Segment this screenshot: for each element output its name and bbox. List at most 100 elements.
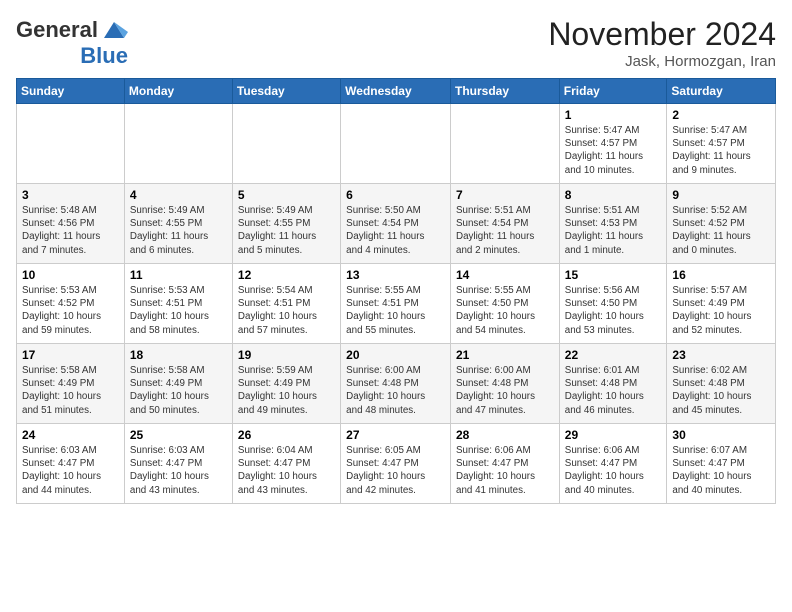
weekday-header: Saturday bbox=[667, 79, 776, 104]
day-number: 12 bbox=[238, 268, 335, 282]
day-info: Sunrise: 5:47 AM Sunset: 4:57 PM Dayligh… bbox=[565, 124, 662, 177]
day-info: Sunrise: 5:59 AM Sunset: 4:49 PM Dayligh… bbox=[238, 364, 335, 417]
day-info: Sunrise: 5:51 AM Sunset: 4:54 PM Dayligh… bbox=[456, 204, 554, 257]
calendar-week-row: 1 Sunrise: 5:47 AM Sunset: 4:57 PM Daylig… bbox=[17, 104, 776, 184]
calendar-cell: 24 Sunrise: 6:03 AM Sunset: 4:47 PM Dayli… bbox=[17, 424, 125, 504]
calendar-cell: 2 Sunrise: 5:47 AM Sunset: 4:57 PM Daylig… bbox=[667, 104, 776, 184]
calendar-cell: 16Sunrise: 5:57 AM Sunset: 4:49 PM Dayli… bbox=[667, 264, 776, 344]
day-number: 2 bbox=[672, 108, 770, 122]
calendar-cell: 8 Sunrise: 5:51 AM Sunset: 4:53 PM Daylig… bbox=[559, 184, 667, 264]
day-info: Sunrise: 5:47 AM Sunset: 4:57 PM Dayligh… bbox=[672, 124, 770, 177]
day-info: Sunrise: 6:06 AM Sunset: 4:47 PM Dayligh… bbox=[456, 444, 554, 497]
day-info: Sunrise: 5:48 AM Sunset: 4:56 PM Dayligh… bbox=[22, 204, 119, 257]
day-number: 25 bbox=[130, 428, 227, 442]
calendar-cell: 20 Sunrise: 6:00 AM Sunset: 4:48 PM Dayli… bbox=[341, 344, 451, 424]
calendar-cell: 26Sunrise: 6:04 AM Sunset: 4:47 PM Dayli… bbox=[232, 424, 340, 504]
weekday-header: Monday bbox=[124, 79, 232, 104]
day-info: Sunrise: 5:52 AM Sunset: 4:52 PM Dayligh… bbox=[672, 204, 770, 257]
day-info: Sunrise: 5:53 AM Sunset: 4:51 PM Dayligh… bbox=[130, 284, 227, 337]
calendar-week-row: 24 Sunrise: 6:03 AM Sunset: 4:47 PM Dayli… bbox=[17, 424, 776, 504]
day-info: Sunrise: 6:02 AM Sunset: 4:48 PM Dayligh… bbox=[672, 364, 770, 417]
calendar-body: 1 Sunrise: 5:47 AM Sunset: 4:57 PM Daylig… bbox=[17, 104, 776, 504]
day-info: Sunrise: 5:56 AM Sunset: 4:50 PM Dayligh… bbox=[565, 284, 662, 337]
calendar-cell: 28Sunrise: 6:06 AM Sunset: 4:47 PM Dayli… bbox=[451, 424, 560, 504]
day-number: 15 bbox=[565, 268, 662, 282]
day-number: 16 bbox=[672, 268, 770, 282]
day-number: 27 bbox=[346, 428, 445, 442]
calendar-cell: 15 Sunrise: 5:56 AM Sunset: 4:50 PM Dayli… bbox=[559, 264, 667, 344]
day-info: Sunrise: 5:49 AM Sunset: 4:55 PM Dayligh… bbox=[238, 204, 335, 257]
day-number: 4 bbox=[130, 188, 227, 202]
day-number: 7 bbox=[456, 188, 554, 202]
day-number: 24 bbox=[22, 428, 119, 442]
day-number: 13 bbox=[346, 268, 445, 282]
day-number: 18 bbox=[130, 348, 227, 362]
calendar-cell: 21 Sunrise: 6:00 AM Sunset: 4:48 PM Dayli… bbox=[451, 344, 560, 424]
day-number: 21 bbox=[456, 348, 554, 362]
day-info: Sunrise: 6:06 AM Sunset: 4:47 PM Dayligh… bbox=[565, 444, 662, 497]
calendar-week-row: 10 Sunrise: 5:53 AM Sunset: 4:52 PM Dayli… bbox=[17, 264, 776, 344]
day-info: Sunrise: 5:51 AM Sunset: 4:53 PM Dayligh… bbox=[565, 204, 662, 257]
day-number: 19 bbox=[238, 348, 335, 362]
day-info: Sunrise: 5:54 AM Sunset: 4:51 PM Dayligh… bbox=[238, 284, 335, 337]
day-info: Sunrise: 6:05 AM Sunset: 4:47 PM Dayligh… bbox=[346, 444, 445, 497]
day-number: 22 bbox=[565, 348, 662, 362]
weekday-header: Friday bbox=[559, 79, 667, 104]
weekday-header: Sunday bbox=[17, 79, 125, 104]
day-info: Sunrise: 5:49 AM Sunset: 4:55 PM Dayligh… bbox=[130, 204, 227, 257]
calendar-cell: 7 Sunrise: 5:51 AM Sunset: 4:54 PM Daylig… bbox=[451, 184, 560, 264]
day-number: 8 bbox=[565, 188, 662, 202]
calendar-cell: 14Sunrise: 5:55 AM Sunset: 4:50 PM Dayli… bbox=[451, 264, 560, 344]
calendar-week-row: 17Sunrise: 5:58 AM Sunset: 4:49 PM Dayli… bbox=[17, 344, 776, 424]
logo: General Blue bbox=[16, 16, 128, 68]
day-info: Sunrise: 6:00 AM Sunset: 4:48 PM Dayligh… bbox=[346, 364, 445, 417]
calendar-cell: 12 Sunrise: 5:54 AM Sunset: 4:51 PM Dayli… bbox=[232, 264, 340, 344]
calendar-cell: 10 Sunrise: 5:53 AM Sunset: 4:52 PM Dayli… bbox=[17, 264, 125, 344]
calendar-cell bbox=[451, 104, 560, 184]
day-number: 11 bbox=[130, 268, 227, 282]
weekday-header: Wednesday bbox=[341, 79, 451, 104]
calendar-cell: 30Sunrise: 6:07 AM Sunset: 4:47 PM Dayli… bbox=[667, 424, 776, 504]
day-number: 29 bbox=[565, 428, 662, 442]
logo-blue: Blue bbox=[80, 44, 128, 68]
day-info: Sunrise: 6:03 AM Sunset: 4:47 PM Dayligh… bbox=[22, 444, 119, 497]
day-info: Sunrise: 5:53 AM Sunset: 4:52 PM Dayligh… bbox=[22, 284, 119, 337]
location-subtitle: Jask, Hormozgan, Iran bbox=[548, 53, 776, 70]
calendar-cell: 25 Sunrise: 6:03 AM Sunset: 4:47 PM Dayli… bbox=[124, 424, 232, 504]
day-number: 5 bbox=[238, 188, 335, 202]
day-info: Sunrise: 6:04 AM Sunset: 4:47 PM Dayligh… bbox=[238, 444, 335, 497]
calendar-cell: 27 Sunrise: 6:05 AM Sunset: 4:47 PM Dayli… bbox=[341, 424, 451, 504]
day-number: 30 bbox=[672, 428, 770, 442]
calendar-header: SundayMondayTuesdayWednesdayThursdayFrid… bbox=[17, 79, 776, 104]
calendar-cell bbox=[341, 104, 451, 184]
calendar-cell: 6Sunrise: 5:50 AM Sunset: 4:54 PM Daylig… bbox=[341, 184, 451, 264]
day-number: 9 bbox=[672, 188, 770, 202]
day-number: 1 bbox=[565, 108, 662, 122]
calendar-cell bbox=[124, 104, 232, 184]
calendar-cell: 11 Sunrise: 5:53 AM Sunset: 4:51 PM Dayli… bbox=[124, 264, 232, 344]
calendar-cell: 18Sunrise: 5:58 AM Sunset: 4:49 PM Dayli… bbox=[124, 344, 232, 424]
month-title: November 2024 bbox=[548, 16, 776, 53]
day-info: Sunrise: 6:00 AM Sunset: 4:48 PM Dayligh… bbox=[456, 364, 554, 417]
day-number: 23 bbox=[672, 348, 770, 362]
day-number: 10 bbox=[22, 268, 119, 282]
weekday-header: Tuesday bbox=[232, 79, 340, 104]
day-info: Sunrise: 5:55 AM Sunset: 4:50 PM Dayligh… bbox=[456, 284, 554, 337]
day-info: Sunrise: 6:03 AM Sunset: 4:47 PM Dayligh… bbox=[130, 444, 227, 497]
logo-icon bbox=[100, 16, 128, 44]
day-info: Sunrise: 5:58 AM Sunset: 4:49 PM Dayligh… bbox=[22, 364, 119, 417]
calendar-cell: 13Sunrise: 5:55 AM Sunset: 4:51 PM Dayli… bbox=[341, 264, 451, 344]
calendar-cell: 22Sunrise: 6:01 AM Sunset: 4:48 PM Dayli… bbox=[559, 344, 667, 424]
calendar-cell: 1 Sunrise: 5:47 AM Sunset: 4:57 PM Daylig… bbox=[559, 104, 667, 184]
page-header: General Blue November 2024 Jask, Hormozg… bbox=[16, 16, 776, 70]
calendar-cell bbox=[17, 104, 125, 184]
day-number: 20 bbox=[346, 348, 445, 362]
day-info: Sunrise: 5:50 AM Sunset: 4:54 PM Dayligh… bbox=[346, 204, 445, 257]
calendar-table: SundayMondayTuesdayWednesdayThursdayFrid… bbox=[16, 78, 776, 504]
calendar-cell: 3Sunrise: 5:48 AM Sunset: 4:56 PM Daylig… bbox=[17, 184, 125, 264]
calendar-cell: 29 Sunrise: 6:06 AM Sunset: 4:47 PM Dayli… bbox=[559, 424, 667, 504]
weekday-row: SundayMondayTuesdayWednesdayThursdayFrid… bbox=[17, 79, 776, 104]
calendar-cell: 5 Sunrise: 5:49 AM Sunset: 4:55 PM Daylig… bbox=[232, 184, 340, 264]
calendar-cell: 4 Sunrise: 5:49 AM Sunset: 4:55 PM Daylig… bbox=[124, 184, 232, 264]
calendar-cell: 9 Sunrise: 5:52 AM Sunset: 4:52 PM Daylig… bbox=[667, 184, 776, 264]
